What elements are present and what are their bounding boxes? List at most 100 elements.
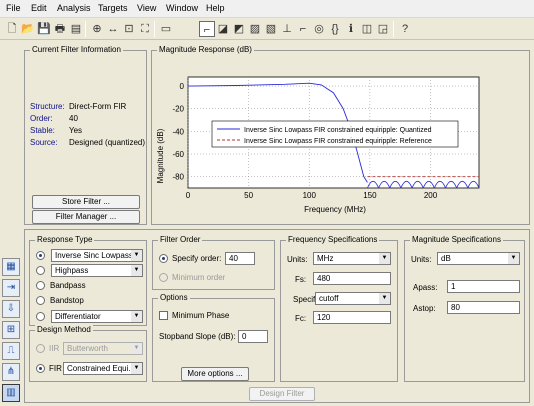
pole-zero-editor-icon[interactable]: ▥ bbox=[2, 384, 20, 402]
print-icon[interactable]: 🖶 bbox=[52, 21, 68, 37]
stopband-slope-input[interactable]: 0 bbox=[238, 330, 268, 343]
stopband-slope-label: Stopband Slope (dB): bbox=[159, 332, 236, 341]
options-panel: Options Minimum Phase Stopband Slope (dB… bbox=[152, 293, 275, 382]
fir-method-value: Constrained Equi... bbox=[67, 364, 136, 373]
menu-file[interactable]: File bbox=[6, 3, 21, 13]
menu-analysis[interactable]: Analysis bbox=[57, 3, 91, 13]
magnitude-response-estimate-icon[interactable]: ◫ bbox=[359, 21, 375, 37]
structure-label: Structure: bbox=[30, 102, 65, 111]
mag-units-select[interactable]: dB ▼ bbox=[437, 252, 520, 265]
response-type-lowpass-select[interactable]: Inverse Sinc Lowpass ▼ bbox=[51, 249, 143, 262]
chevron-down-icon: ▼ bbox=[131, 311, 142, 322]
filter-coefficients-icon[interactable]: {} bbox=[327, 21, 343, 37]
design-filter-button[interactable]: Design Filter bbox=[249, 387, 315, 401]
y-tick-label: 0 bbox=[180, 82, 185, 91]
zoom-x-icon[interactable]: ↔ bbox=[105, 21, 121, 37]
pole-zero-icon[interactable]: ◎ bbox=[311, 21, 327, 37]
magnitude-phase-icon[interactable]: ◩ bbox=[231, 21, 247, 37]
radio-bandpass[interactable] bbox=[36, 281, 45, 290]
store-filter-button[interactable]: Store Filter ... bbox=[32, 195, 140, 209]
chevron-down-icon: ▼ bbox=[131, 250, 142, 261]
y-axis-label: Magnitude (dB) bbox=[156, 128, 165, 183]
order-value: 40 bbox=[69, 114, 78, 123]
radio-bandstop[interactable] bbox=[36, 296, 45, 305]
zoom-fit-icon[interactable]: ⊡ bbox=[121, 21, 137, 37]
round-off-noise-icon[interactable]: ◲ bbox=[375, 21, 391, 37]
y-tick-label: -80 bbox=[172, 173, 184, 182]
minimum-phase-checkbox[interactable] bbox=[159, 311, 168, 320]
import-icon[interactable]: ⇩ bbox=[2, 300, 20, 318]
x-axis-label: Frequency (MHz) bbox=[304, 205, 366, 214]
design-method-panel: Design Method IIR Butterworth ▼ FIR Const… bbox=[29, 325, 147, 382]
group-delay-icon[interactable]: ▨ bbox=[247, 21, 263, 37]
menu-view[interactable]: View bbox=[137, 3, 156, 13]
phase-delay-icon[interactable]: ▧ bbox=[263, 21, 279, 37]
x-tick-label: 0 bbox=[186, 191, 191, 200]
menu-targets[interactable]: Targets bbox=[98, 3, 128, 13]
open-icon[interactable]: 📂 bbox=[20, 21, 36, 37]
apass-label: Apass: bbox=[413, 283, 438, 292]
phase-response-icon[interactable]: ◪ bbox=[215, 21, 231, 37]
magnitude-specs-panel: Magnitude Specifications Units: dB ▼ Apas… bbox=[404, 235, 525, 382]
current-filter-panel: Current Filter Information Structure: Di… bbox=[24, 45, 147, 225]
response-type-differentiator-select[interactable]: Differentiator ▼ bbox=[51, 310, 143, 323]
radio-inverse-sinc-lowpass[interactable] bbox=[36, 251, 45, 260]
fc-input[interactable]: 120 bbox=[313, 311, 391, 324]
more-options-button[interactable]: More options ... bbox=[181, 367, 249, 381]
differentiator-value: Differentiator bbox=[55, 312, 101, 321]
structure-value: Direct-Form FIR bbox=[69, 102, 127, 111]
x-tick-label: 200 bbox=[424, 191, 438, 200]
transform-icon[interactable]: ⇥ bbox=[2, 279, 20, 297]
menu-bar: File Edit Analysis Targets View Window H… bbox=[0, 0, 534, 18]
fs-label: Fs: bbox=[295, 275, 307, 284]
options-title: Options bbox=[158, 293, 190, 302]
fs-input[interactable]: 480 bbox=[313, 272, 391, 285]
print-preview-icon[interactable]: ▤ bbox=[68, 21, 84, 37]
source-value: Designed (quantized) bbox=[69, 138, 146, 147]
menu-edit[interactable]: Edit bbox=[31, 3, 47, 13]
save-icon[interactable]: 💾 bbox=[36, 21, 52, 37]
magnitude-response-icon[interactable]: ⌐ bbox=[199, 21, 215, 37]
radio-highpass[interactable] bbox=[36, 266, 45, 275]
fir-method-select[interactable]: Constrained Equi... ▼ bbox=[63, 362, 143, 375]
chevron-down-icon: ▼ bbox=[379, 293, 390, 304]
filter-manager-button[interactable]: Filter Manager ... bbox=[32, 210, 140, 224]
realize-model-icon[interactable]: ⎍ bbox=[2, 342, 20, 360]
magnitude-response-panel: Magnitude Response (dB) Magnitude (dB) F… bbox=[151, 45, 530, 225]
stable-label: Stable: bbox=[30, 126, 55, 135]
full-view-icon[interactable]: ⛶ bbox=[137, 21, 153, 37]
filter-info-icon[interactable]: ℹ bbox=[343, 21, 359, 37]
astop-input[interactable]: 80 bbox=[447, 301, 520, 314]
apass-input[interactable]: 1 bbox=[447, 280, 520, 293]
zoom-in-icon[interactable]: ⊕ bbox=[89, 21, 105, 37]
freq-units-select[interactable]: MHz ▼ bbox=[313, 252, 391, 265]
freq-units-label: Units: bbox=[287, 255, 308, 264]
menu-window[interactable]: Window bbox=[166, 3, 198, 13]
chevron-down-icon: ▼ bbox=[508, 253, 519, 264]
menu-help[interactable]: Help bbox=[206, 3, 225, 13]
radio-minimum-order[interactable] bbox=[159, 273, 168, 282]
radio-differentiator[interactable] bbox=[36, 312, 45, 321]
radio-fir[interactable] bbox=[36, 364, 45, 373]
toolbar-separator bbox=[85, 21, 86, 37]
magnitude-response-chart[interactable]: Magnitude (dB) Frequency (MHz) 0 50 100 150… bbox=[152, 51, 529, 224]
new-file-icon[interactable]: 🗋 bbox=[4, 21, 20, 37]
minimum-phase-label: Minimum Phase bbox=[172, 311, 230, 320]
specify-order-label: Specify order: bbox=[172, 254, 222, 263]
step-response-icon[interactable]: ⌐ bbox=[295, 21, 311, 37]
multirate-icon[interactable]: ⋔ bbox=[2, 363, 20, 381]
response-type-highpass-select[interactable]: Highpass ▼ bbox=[51, 264, 143, 277]
iir-method-select[interactable]: Butterworth ▼ bbox=[63, 342, 143, 355]
radio-iir[interactable] bbox=[36, 344, 45, 353]
toolbar-separator bbox=[154, 21, 155, 37]
order-input[interactable]: 40 bbox=[225, 252, 255, 265]
radio-specify-order[interactable] bbox=[159, 254, 168, 263]
freq-specify-select[interactable]: cutoff ▼ bbox=[315, 292, 391, 305]
quantize-icon[interactable]: ⊞ bbox=[2, 321, 20, 339]
whats-this-icon[interactable]: ? bbox=[397, 21, 413, 37]
impulse-response-icon[interactable]: ⊥ bbox=[279, 21, 295, 37]
filter-spec-icon[interactable]: ▭ bbox=[158, 21, 174, 37]
design-filter-icon[interactable]: ▦ bbox=[2, 258, 20, 276]
bandstop-label: Bandstop bbox=[50, 296, 84, 305]
specify-label: Specif bbox=[293, 295, 316, 304]
